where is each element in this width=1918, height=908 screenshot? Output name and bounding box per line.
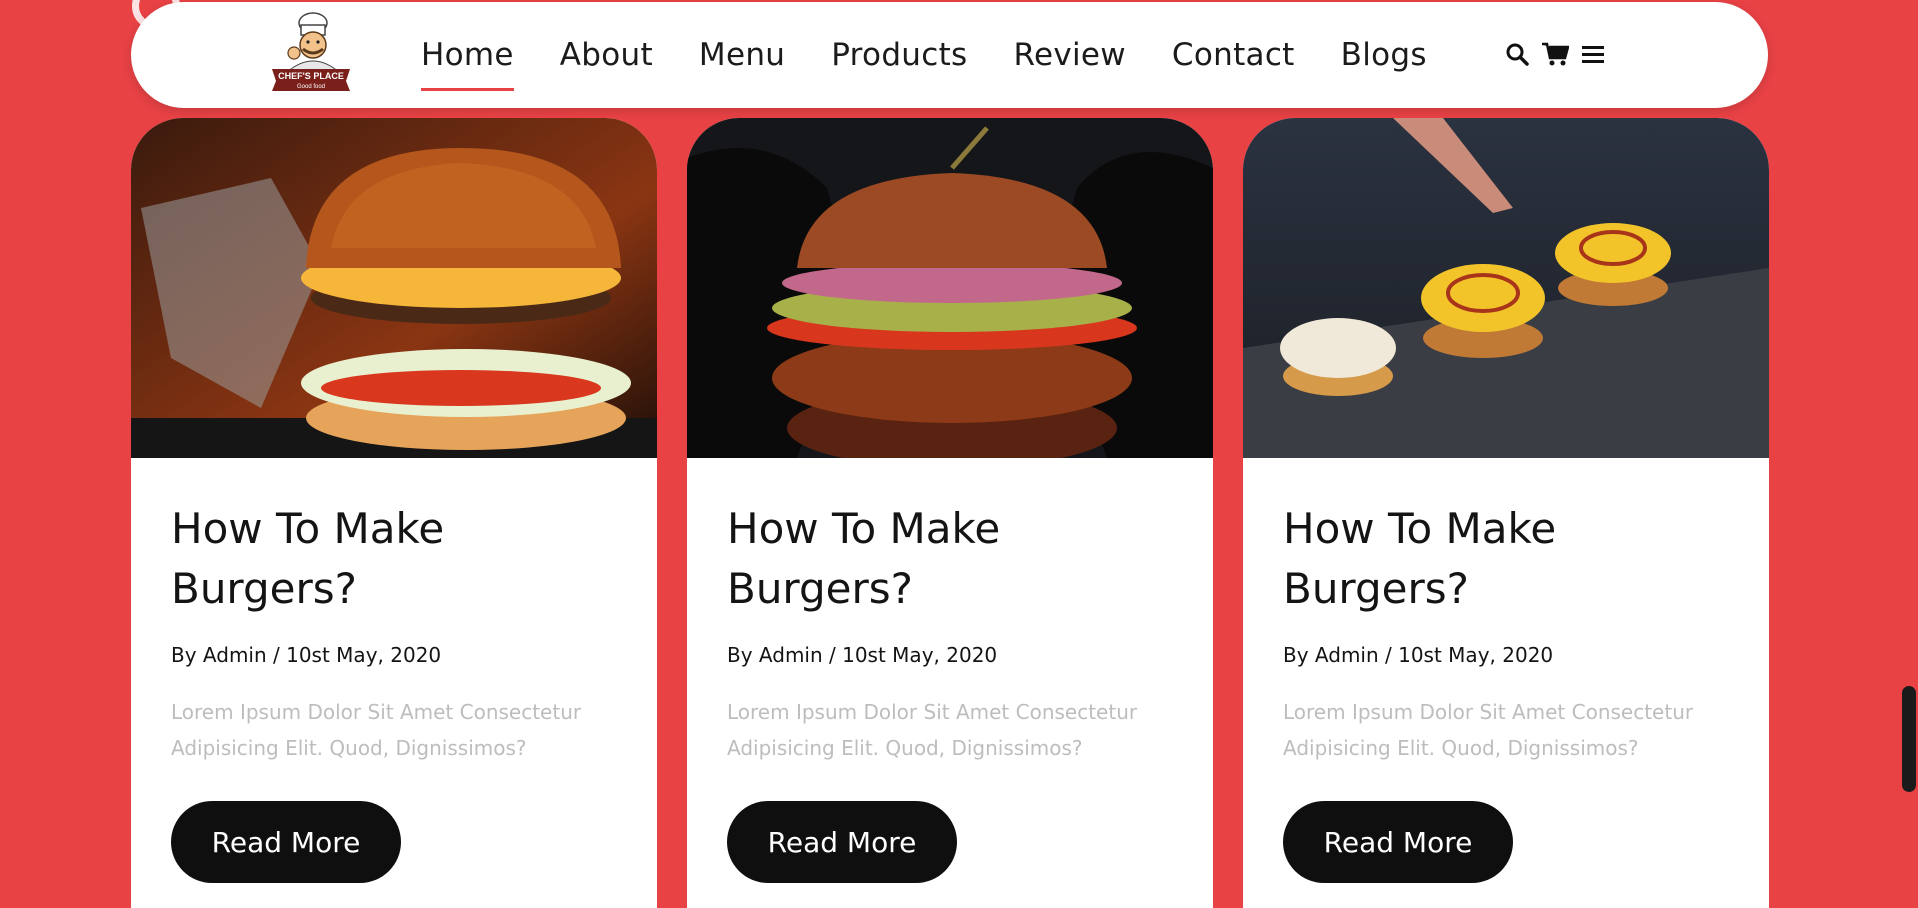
sliders-image bbox=[1243, 118, 1769, 458]
nav-home[interactable]: Home bbox=[421, 35, 514, 91]
blog-card: How To Make Burgers? By Admin / 10st May… bbox=[1243, 118, 1769, 908]
card-title: How To Make Burgers? bbox=[727, 504, 1001, 613]
search-icon[interactable] bbox=[1503, 39, 1531, 69]
burger-image bbox=[131, 118, 657, 458]
chefs-place-logo[interactable]: CHEF'S PLACE Good food bbox=[269, 11, 353, 93]
cart-icon[interactable] bbox=[1541, 39, 1569, 69]
header-icons bbox=[1503, 39, 1607, 69]
card-meta: By Admin / 10st May, 2020 bbox=[1283, 643, 1554, 667]
nav-menu[interactable]: Menu bbox=[699, 35, 785, 75]
card-meta: By Admin / 10st May, 2020 bbox=[727, 643, 998, 667]
burger-image bbox=[687, 118, 1213, 458]
read-more-button[interactable]: Read More bbox=[727, 801, 957, 883]
nav-products[interactable]: Products bbox=[831, 35, 967, 75]
card-description: Lorem Ipsum Dolor Sit Amet Consectetur A… bbox=[1283, 700, 1694, 760]
read-more-button[interactable]: Read More bbox=[1283, 801, 1513, 883]
card-description: Lorem Ipsum Dolor Sit Amet Consectetur A… bbox=[171, 700, 582, 760]
nav-blogs[interactable]: Blogs bbox=[1341, 35, 1427, 75]
card-title: How To Make Burgers? bbox=[1283, 504, 1557, 613]
read-more-button[interactable]: Read More bbox=[171, 801, 401, 883]
logo-text: CHEF'S PLACE bbox=[278, 71, 344, 81]
logo-subtext: Good food bbox=[297, 84, 325, 90]
nav-about[interactable]: About bbox=[560, 35, 653, 75]
main-nav: Home About Menu Products Review Contact … bbox=[421, 2, 1473, 108]
scrollbar-thumb[interactable] bbox=[1902, 686, 1916, 792]
blog-card: How To Make Burgers? By Admin / 10st May… bbox=[131, 118, 657, 908]
card-title: How To Make Burgers? bbox=[171, 504, 445, 613]
card-description: Lorem Ipsum Dolor Sit Amet Consectetur A… bbox=[727, 700, 1138, 760]
menu-bars-icon[interactable] bbox=[1579, 39, 1607, 69]
blog-card: How To Make Burgers? By Admin / 10st May… bbox=[687, 118, 1213, 908]
card-meta: By Admin / 10st May, 2020 bbox=[171, 643, 442, 667]
nav-review[interactable]: Review bbox=[1014, 35, 1126, 75]
site-header: CHEF'S PLACE Good food Home About Menu P… bbox=[131, 2, 1768, 108]
nav-contact[interactable]: Contact bbox=[1172, 35, 1295, 75]
